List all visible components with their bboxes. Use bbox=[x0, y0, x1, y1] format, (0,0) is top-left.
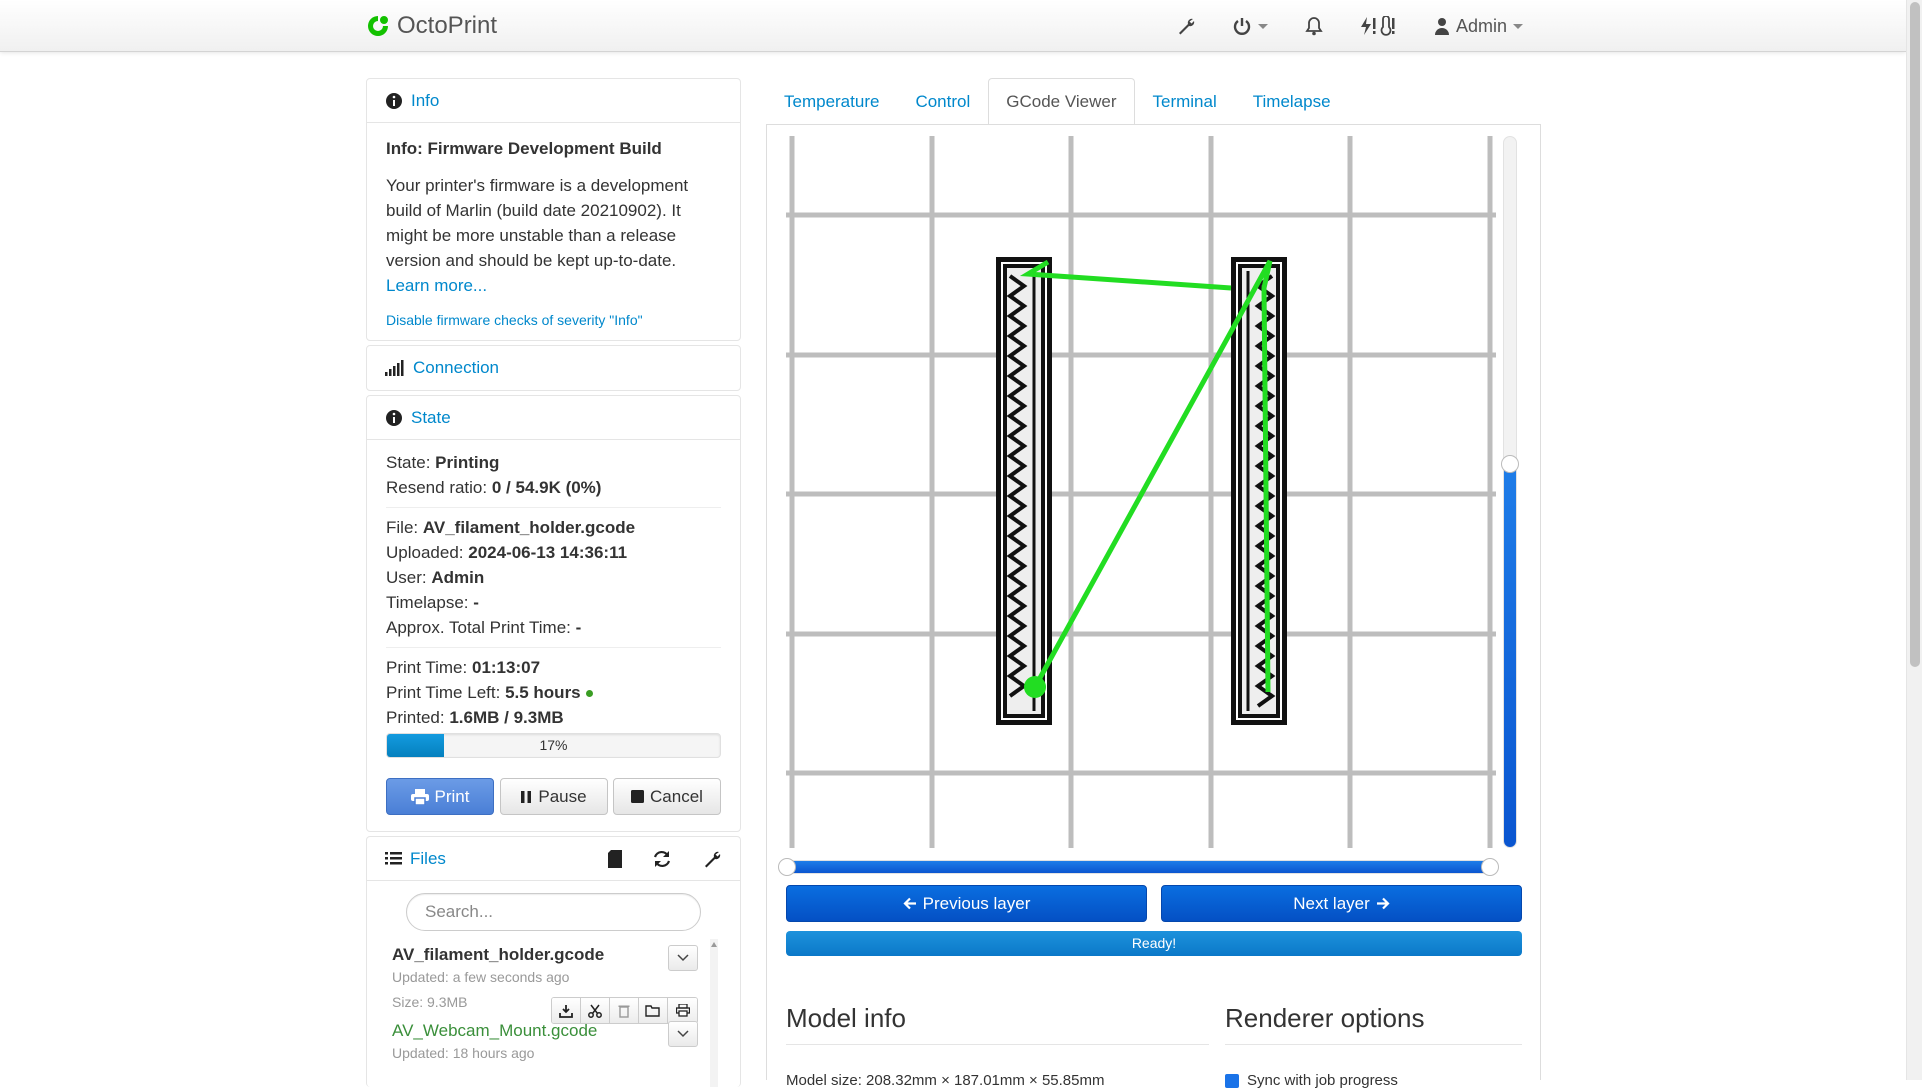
brand-name: OctoPrint bbox=[397, 12, 498, 39]
printer-warning-icon[interactable] bbox=[1358, 12, 1398, 40]
command-range-slider[interactable] bbox=[778, 858, 1499, 876]
tab-gcode-viewer[interactable]: GCode Viewer bbox=[988, 78, 1135, 125]
viewer-status-bar: Ready! bbox=[786, 931, 1522, 956]
estimate-status-dot bbox=[585, 690, 593, 698]
command-range-start-handle[interactable] bbox=[778, 858, 796, 876]
file-line: File: AV_filament_holder.gcode bbox=[386, 518, 636, 537]
info-panel-toggle[interactable]: Info bbox=[411, 91, 439, 111]
file-list: AV_filament_holder.gcode Updated: a few … bbox=[367, 939, 740, 1087]
printer-icon bbox=[410, 788, 429, 805]
file-actions bbox=[551, 997, 698, 1024]
print-button[interactable]: Print bbox=[386, 778, 494, 815]
file-search-input[interactable] bbox=[406, 893, 701, 931]
tab-timelapse[interactable]: Timelapse bbox=[1235, 78, 1349, 125]
sync-checkbox[interactable] bbox=[1225, 1073, 1239, 1088]
pause-button[interactable]: Pause bbox=[499, 778, 608, 815]
arrow-left-icon bbox=[903, 897, 916, 910]
model-info-heading: Model info bbox=[786, 1003, 1209, 1045]
tab-control[interactable]: Control bbox=[897, 78, 988, 125]
settings-wrench-icon[interactable] bbox=[1176, 12, 1196, 40]
folder-open-icon[interactable] bbox=[639, 998, 668, 1023]
layer-slider-handle[interactable] bbox=[1501, 454, 1519, 473]
top-navbar: OctoPrint Admin bbox=[0, 0, 1906, 52]
approx-total-time-line: Approx. Total Print Time: - bbox=[386, 618, 582, 637]
connection-panel-toggle[interactable]: Connection bbox=[413, 358, 499, 378]
stop-icon bbox=[631, 790, 645, 803]
resend-ratio-line: Resend ratio: 0 / 54.9K (0%) bbox=[386, 478, 602, 497]
layer-slider[interactable] bbox=[1501, 136, 1519, 848]
printed-part-left bbox=[996, 257, 1052, 725]
state-panel: State State: Printing Resend ratio: 0 / … bbox=[366, 395, 741, 832]
print-progress-text: 17% bbox=[539, 737, 568, 753]
learn-more-link[interactable]: Learn more... bbox=[386, 276, 487, 295]
uploaded-line: Uploaded: 2024-06-13 14:36:11 bbox=[386, 543, 628, 562]
chevron-down-icon bbox=[677, 954, 689, 962]
trash-icon[interactable] bbox=[610, 998, 639, 1023]
command-range-end-handle[interactable] bbox=[1481, 858, 1499, 876]
print-time-line: Print Time: 01:13:07 bbox=[386, 658, 541, 677]
expand-file-button[interactable] bbox=[668, 1021, 698, 1047]
info-circle-icon bbox=[386, 409, 402, 426]
disable-firmware-checks-link[interactable]: Disable firmware checks of severity "Inf… bbox=[386, 312, 721, 328]
renderer-options-heading: Renderer options bbox=[1225, 1003, 1522, 1045]
info-title: Info: Firmware Development Build bbox=[386, 139, 662, 158]
gcode-canvas[interactable] bbox=[786, 136, 1496, 848]
cancel-button[interactable]: Cancel bbox=[613, 778, 721, 815]
user-icon bbox=[1435, 18, 1449, 35]
tab-temperature[interactable]: Temperature bbox=[766, 78, 897, 125]
files-panel: Files AV_filament_holder.gcode Updated: … bbox=[366, 836, 741, 1087]
page-scrollbar[interactable] bbox=[1906, 0, 1922, 1080]
power-icon bbox=[1233, 18, 1251, 35]
user-menu[interactable]: Admin bbox=[1434, 12, 1524, 40]
connection-panel-header[interactable]: Connection bbox=[367, 346, 740, 390]
nozzle-position-marker bbox=[1024, 676, 1046, 698]
scrollbar-thumb[interactable] bbox=[1910, 2, 1920, 667]
command-range-fill bbox=[787, 861, 1490, 873]
timelapse-line: Timelapse: - bbox=[386, 593, 479, 612]
print-file-icon[interactable] bbox=[668, 998, 697, 1023]
printed-part-right bbox=[1231, 257, 1287, 725]
expand-file-button[interactable] bbox=[668, 945, 698, 971]
next-layer-button[interactable]: Next layer bbox=[1161, 885, 1522, 922]
print-time-left-line: Print Time Left: 5.5 hours bbox=[386, 680, 721, 705]
model-size: Model size: 208.32mm × 187.01mm × 55.85m… bbox=[786, 1072, 1105, 1089]
files-panel-header[interactable]: Files bbox=[367, 837, 740, 881]
scissors-icon[interactable] bbox=[581, 998, 610, 1023]
info-panel-header[interactable]: Info bbox=[367, 79, 740, 123]
tab-terminal[interactable]: Terminal bbox=[1135, 78, 1235, 125]
file-item[interactable]: AV_Webcam_Mount.gcode Updated: 18 hours … bbox=[392, 1021, 740, 1066]
user-name: Admin bbox=[1456, 15, 1508, 36]
list-icon bbox=[385, 852, 402, 865]
files-panel-toggle[interactable]: Files bbox=[410, 849, 446, 869]
wrench-icon[interactable] bbox=[702, 849, 722, 869]
brand[interactable]: OctoPrint bbox=[365, 10, 497, 42]
system-power-menu[interactable] bbox=[1232, 12, 1268, 40]
connection-panel: Connection bbox=[366, 345, 741, 391]
refresh-icon[interactable] bbox=[652, 850, 672, 868]
bell-icon[interactable] bbox=[1305, 12, 1323, 40]
file-item[interactable]: AV_filament_holder.gcode Updated: a few … bbox=[392, 945, 740, 1024]
state-line: State: Printing bbox=[386, 453, 500, 472]
octoprint-logo-icon bbox=[368, 16, 388, 36]
user-line: User: Admin bbox=[386, 568, 485, 587]
printed-line: Printed: 1.6MB / 9.3MB bbox=[386, 708, 564, 727]
sync-option[interactable]: Sync with job progress bbox=[1225, 1072, 1398, 1089]
download-icon[interactable] bbox=[552, 998, 581, 1023]
info-text: Your printer's firmware is a development… bbox=[386, 176, 689, 295]
print-progress-bar: 17% bbox=[386, 733, 721, 758]
layer-slider-fill bbox=[1504, 463, 1516, 847]
sidebar: Info Info: Firmware Development Build Yo… bbox=[366, 78, 741, 1091]
state-panel-header[interactable]: State bbox=[367, 396, 740, 440]
main-tabs: Temperature Control GCode Viewer Termina… bbox=[766, 78, 1349, 125]
info-panel: Info Info: Firmware Development Build Yo… bbox=[366, 78, 741, 341]
previous-layer-button[interactable]: Previous layer bbox=[786, 885, 1147, 922]
arrow-right-icon bbox=[1376, 897, 1390, 910]
chevron-down-icon bbox=[677, 1030, 689, 1038]
signal-bars-icon bbox=[385, 360, 404, 376]
state-panel-toggle[interactable]: State bbox=[411, 408, 451, 428]
info-circle-icon bbox=[386, 92, 402, 109]
pause-icon bbox=[521, 790, 532, 803]
sd-card-icon[interactable] bbox=[608, 849, 622, 868]
